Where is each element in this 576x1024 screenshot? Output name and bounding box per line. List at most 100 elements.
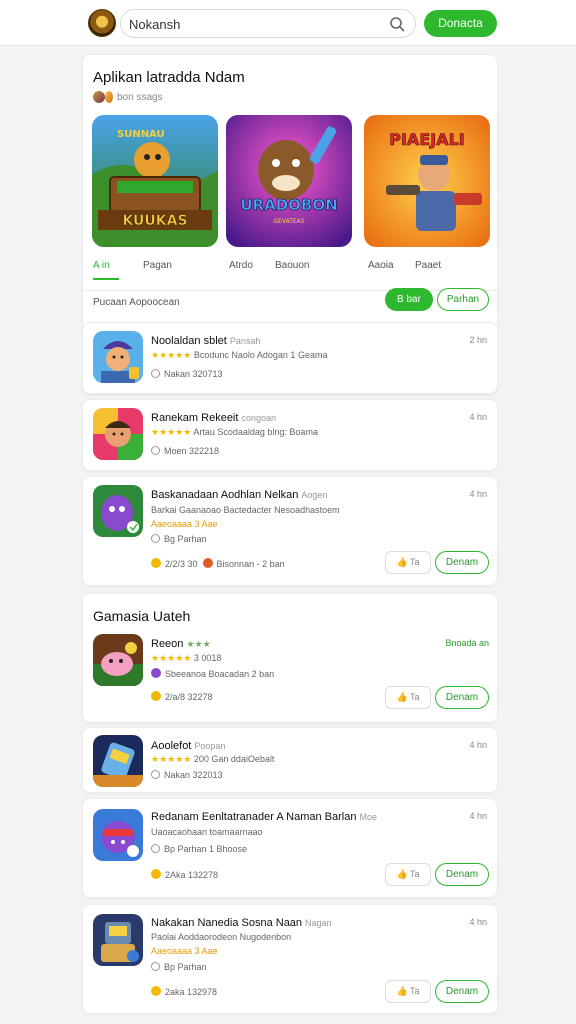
tab-5[interactable]: Aaoia	[368, 260, 394, 271]
app-icon	[93, 485, 143, 537]
app-card[interactable]: Noolaldan sblet Pansah 2 hn ★★★★★ Bcodunc…	[82, 322, 498, 394]
info-icon	[151, 770, 160, 779]
app-footer: 2Aka 132278	[151, 869, 218, 880]
game-tile-1[interactable]: KUUKAS SUNNAU	[92, 115, 218, 247]
info-icon	[151, 962, 160, 971]
app-size: 4 hn	[469, 811, 487, 821]
filter-label: Pucaan Aopoocean	[93, 297, 180, 308]
game-tile-2-banner: URADOBON	[240, 196, 337, 214]
donate-button[interactable]: Donacta	[424, 10, 497, 37]
tab-4[interactable]: Baouon	[275, 260, 309, 271]
app-size: 4 hn	[469, 489, 487, 499]
info-icon	[151, 446, 160, 455]
game-tile-1-banner: KUUKAS	[122, 213, 187, 229]
tab-6[interactable]: Paaet	[415, 260, 441, 271]
filter-button[interactable]: B bar	[385, 288, 433, 311]
app-meta: Bp Parhan 1 Bhoose	[151, 844, 247, 854]
featured-subtitle: bon ssags	[93, 91, 163, 103]
app-meta: Sbeeanoa Boacadan 2 ban	[151, 668, 274, 679]
app-tag: Aaeoaaaa 3 Aae	[151, 519, 218, 529]
app-card[interactable]: Aoolefot Poopan 4 hn ★★★★★ 200 Gan ddaiOe…	[82, 727, 498, 793]
app-card[interactable]: Reeon ★★★ Bnoada an ★★★★★ 3 0018 Sbeeano…	[83, 632, 499, 722]
search-input[interactable]: Nokansh	[120, 9, 416, 38]
app-size: 2 hn	[469, 335, 487, 345]
app-card[interactable]: Redanam Eenltatranader A Naman Barlan Moe…	[82, 798, 498, 898]
filter-button-2[interactable]: Parhan	[437, 288, 489, 311]
game-tile-3-banner: PIAEJALI	[389, 130, 464, 149]
download-button[interactable]: Denam	[435, 863, 489, 886]
active-tab-indicator	[93, 278, 119, 280]
app-icon	[93, 331, 143, 383]
like-button[interactable]: 👍 Ta	[385, 863, 431, 886]
featured-subtitle-text: bon ssags	[117, 91, 163, 103]
app-title: Reeon ★★★	[151, 638, 211, 650]
app-meta: Bp Parhan	[151, 962, 207, 972]
download-button[interactable]: Denam	[435, 686, 489, 709]
recent-section-card: Gamasia Uateh Reeon ★★★ Bnoada an ★★★★★ …	[82, 593, 498, 723]
download-button[interactable]: Denam	[435, 551, 489, 574]
coin-icon	[151, 691, 161, 701]
category-tabs: A in Pagan Atrdo Baouon Aaoia Paaet	[93, 258, 489, 280]
coin-icon	[151, 869, 161, 879]
section-title: Gamasia Uateh	[93, 608, 191, 624]
app-icon	[93, 408, 143, 460]
avatar[interactable]	[88, 9, 116, 37]
game-tile-3[interactable]: PIAEJALI	[364, 115, 490, 247]
app-meta: Nakan 322013	[151, 770, 223, 780]
app-description: Barkai Gaanaoao Bactedacter Nesoadhastoe…	[151, 505, 340, 515]
app-icon	[93, 735, 143, 787]
game-tile-1-top: SUNNAU	[117, 129, 165, 140]
tab-3[interactable]: Atrdo	[229, 260, 253, 271]
game-tile-2-sub: GEVATEAS	[273, 218, 304, 225]
coin-icon	[151, 986, 161, 996]
app-title: Ranekam Rekeeit congoan	[151, 412, 276, 424]
app-icon	[93, 914, 143, 966]
top-bar: Nokansh Donacta	[0, 0, 576, 46]
app-size: 4 hn	[469, 412, 487, 422]
app-title: Nakakan Nanedia Sosna Naan Nagan	[151, 917, 332, 929]
app-size: 4 hn	[469, 917, 487, 927]
app-card[interactable]: Baskanadaan Aodhlan Nelkan Aogen 4 hn Bar…	[82, 476, 498, 586]
app-meta: Moen 322218	[151, 446, 219, 456]
coin-icon	[151, 558, 161, 568]
search-input-value: Nokansh	[129, 17, 181, 32]
app-size: 4 hn	[469, 740, 487, 750]
like-button[interactable]: 👍 Ta	[385, 980, 431, 1003]
app-tag: Aaeoaaaa 3 Aae	[151, 946, 218, 956]
publisher-icon-2	[105, 91, 113, 103]
info-icon	[151, 534, 160, 543]
app-description: Uaoacaohaan toamaarnaao	[151, 827, 263, 837]
app-card[interactable]: Ranekam Rekeeit congoan 4 hn ★★★★★ Artau …	[82, 399, 498, 471]
publisher-icon	[93, 91, 105, 103]
app-footer: 2/2/3 30 Bisonnan - 2 ban	[151, 558, 285, 569]
info-icon	[151, 369, 160, 378]
app-meta: Nakan 320713	[151, 369, 223, 379]
search-icon[interactable]	[389, 16, 405, 32]
app-card[interactable]: Nakakan Nanedia Sosna Naan Nagan 4 hn Pao…	[82, 904, 498, 1014]
game-tile-2[interactable]: URADOBON GEVATEAS	[226, 115, 352, 247]
download-button[interactable]: Denam	[435, 980, 489, 1003]
game-tile-1-art: KUUKAS SUNNAU	[92, 115, 218, 247]
tab-2[interactable]: Pagan	[143, 260, 172, 271]
coin-icon	[151, 668, 161, 678]
like-button[interactable]: 👍 Ta	[385, 686, 431, 709]
game-tile-3-art: PIAEJALI	[364, 115, 490, 247]
app-title: Noolaldan sblet Pansah	[151, 335, 261, 347]
divider	[83, 290, 499, 291]
app-meta: Bg Parhan	[151, 534, 207, 544]
game-tile-2-art: URADOBON GEVATEAS	[226, 115, 352, 247]
app-title: Baskanadaan Aodhlan Nelkan Aogen	[151, 489, 328, 501]
app-rating: ★★★★★ Artau Scodaaldag blng: Boama	[151, 427, 318, 437]
app-description: Paolai Aoddaorodeon Nugodenbon	[151, 932, 292, 942]
app-rating: ★★★★★ Bcodunc Naolo Adogan 1 Geama	[151, 350, 328, 360]
like-button[interactable]: 👍 Ta	[385, 551, 431, 574]
app-rating: ★★★★★ 200 Gan ddaiOebalt	[151, 754, 275, 764]
app-footer: 2aka 132978	[151, 986, 217, 997]
featured-title: Aplikan latradda Ndam	[93, 69, 245, 86]
app-icon	[93, 809, 143, 861]
app-footer: 2/a/8 32278	[151, 691, 213, 702]
tab-1[interactable]: A in	[93, 260, 110, 271]
app-icon	[93, 634, 143, 686]
app-rating: ★★★★★ 3 0018	[151, 653, 222, 663]
coin-icon	[202, 558, 213, 568]
